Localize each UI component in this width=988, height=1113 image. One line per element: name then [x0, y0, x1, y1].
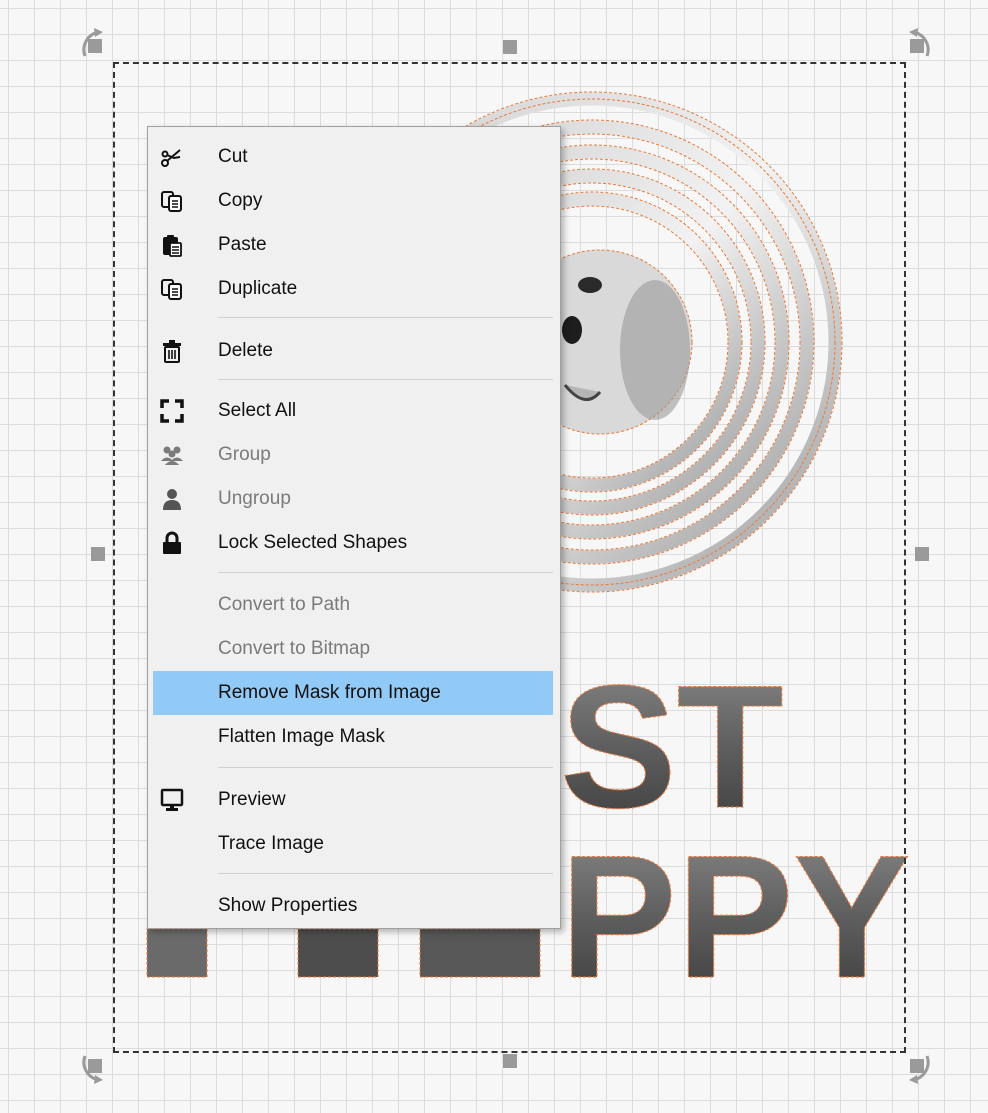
paste-icon: [163, 235, 182, 257]
menu-item-label: Preview: [218, 789, 286, 810]
rotate-handle-top-right-icon[interactable]: [903, 26, 937, 60]
menu-item-label: Ungroup: [218, 488, 291, 509]
menu-item-label: Trace Image: [218, 833, 324, 854]
menu-item-cut[interactable]: Cut: [153, 135, 553, 179]
menu-item-group[interactable]: Group: [153, 433, 553, 477]
menu-item-show-properties[interactable]: Show Properties: [153, 884, 553, 928]
menu-item-label: Flatten Image Mask: [218, 726, 385, 747]
rotate-handle-bottom-left-icon[interactable]: [75, 1052, 109, 1086]
menu-separator: [218, 767, 553, 768]
menu-item-copy[interactable]: Copy: [153, 179, 553, 223]
menu-item-duplicate[interactable]: Duplicate: [153, 267, 553, 311]
menu-item-label: Show Properties: [218, 895, 358, 916]
menu-item-preview[interactable]: Preview: [153, 778, 553, 822]
rotate-handle-bottom-right-icon[interactable]: [903, 1052, 937, 1086]
menu-separator: [218, 379, 553, 380]
menu-item-label: Paste: [218, 234, 267, 255]
menu-item-label: Delete: [218, 340, 273, 361]
user-icon: [163, 489, 181, 510]
menu-item-lock-selected-shapes[interactable]: Lock Selected Shapes: [153, 521, 553, 565]
menu-item-select-all[interactable]: Select All: [153, 389, 553, 433]
context-menu: Cut Copy Paste Duplicate Delete Select A…: [147, 126, 561, 929]
trash-icon: [163, 340, 181, 363]
menu-item-remove-mask-from-image[interactable]: Remove Mask from Image: [153, 671, 553, 715]
resize-handle-bottom[interactable]: [503, 1054, 517, 1068]
menu-item-label: Group: [218, 444, 271, 465]
menu-item-label: Lock Selected Shapes: [218, 532, 408, 553]
menu-item-convert-to-bitmap[interactable]: Convert to Bitmap: [153, 627, 553, 671]
resize-handle-right[interactable]: [915, 547, 929, 561]
menu-item-trace-image[interactable]: Trace Image: [153, 822, 553, 866]
menu-item-label: Copy: [218, 190, 263, 211]
rotate-handle-top-left-icon[interactable]: [75, 26, 109, 60]
lock-icon: [163, 531, 181, 554]
menu-separator: [218, 572, 553, 573]
resize-handle-left[interactable]: [91, 547, 105, 561]
menu-item-label: Remove Mask from Image: [218, 682, 441, 703]
group-icon: [161, 446, 183, 465]
menu-item-label: Duplicate: [218, 278, 298, 299]
copy-icon: [161, 191, 182, 212]
menu-item-label: Convert to Path: [218, 594, 351, 615]
menu-separator: [218, 873, 553, 874]
menu-item-flatten-image-mask[interactable]: Flatten Image Mask: [153, 715, 553, 759]
menu-separator: [218, 317, 553, 318]
menu-item-convert-to-path[interactable]: Convert to Path: [153, 583, 553, 627]
menu-item-label: Select All: [218, 400, 297, 421]
menu-item-delete[interactable]: Delete: [153, 329, 553, 373]
menu-item-paste[interactable]: Paste: [153, 223, 553, 267]
monitor-icon: [160, 788, 184, 811]
select-all-icon: [160, 399, 184, 423]
resize-handle-top[interactable]: [503, 40, 517, 54]
menu-item-label: Convert to Bitmap: [218, 638, 371, 659]
menu-item-label: Cut: [218, 146, 248, 167]
menu-item-ungroup[interactable]: Ungroup: [153, 477, 553, 521]
duplicate-icon: [161, 279, 182, 300]
scissors-icon: [161, 149, 181, 167]
